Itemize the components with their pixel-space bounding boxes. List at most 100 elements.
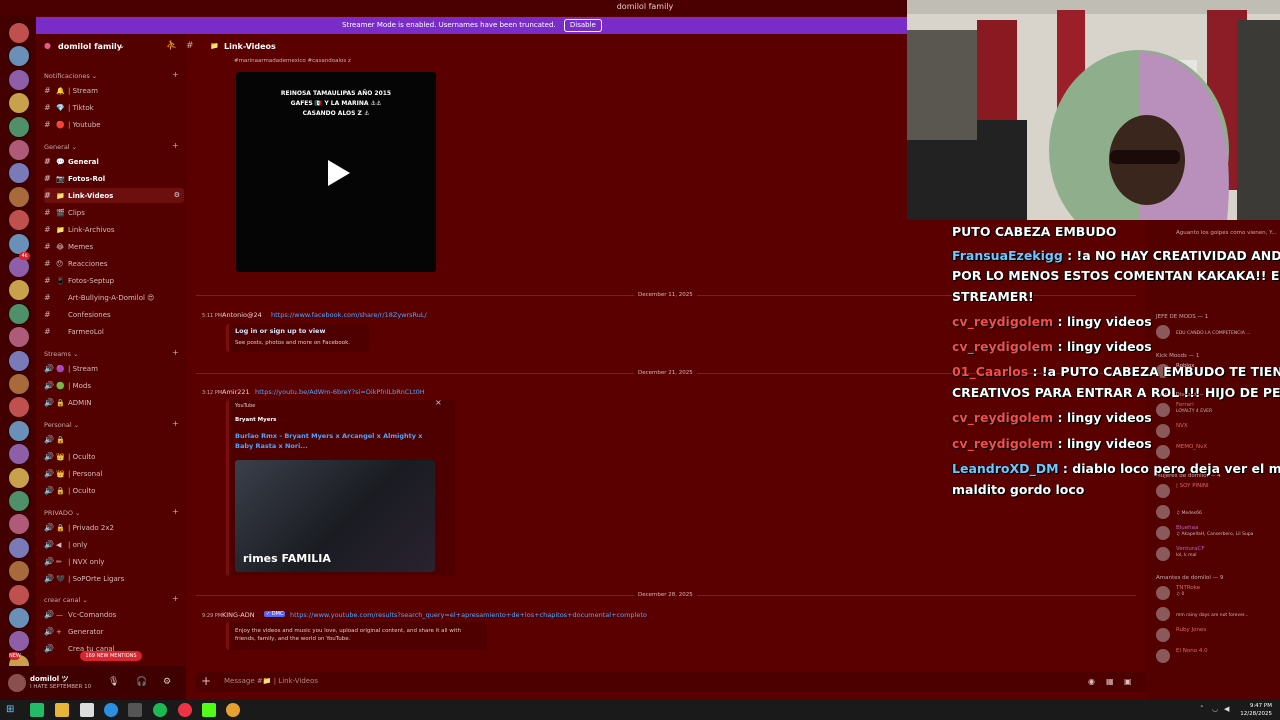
chevron-down-icon[interactable]: ⌄ xyxy=(119,42,125,50)
server-header[interactable]: ● domilol family ⌄ ⛹ xyxy=(36,36,186,58)
server-icon[interactable] xyxy=(8,139,30,161)
member-row[interactable]: ♫ Medes66 xyxy=(1156,504,1280,519)
embed-title[interactable]: Baby Rasta x Nori... xyxy=(235,442,308,450)
channel-item[interactable]: 🔊 🖤 | SoPOrte Ligars xyxy=(44,571,184,586)
channel-item[interactable]: 🔊 🔒 ADMIN xyxy=(44,395,184,410)
start-icon[interactable]: ⊞ xyxy=(6,703,20,717)
message-link[interactable]: https://youtu.be/AdWm-6breY?si=OikPfnlLb… xyxy=(255,388,425,396)
channel-item[interactable]: # 📷 Fotos-Rol xyxy=(44,171,184,186)
add-channel-icon[interactable]: + xyxy=(172,419,179,428)
new-mentions-badge[interactable]: 169 NEW MENTIONS xyxy=(80,651,142,661)
server-icon[interactable] xyxy=(8,536,30,559)
message-author[interactable]: Amir221 xyxy=(222,388,250,396)
browser-icon[interactable] xyxy=(226,703,240,717)
channel-item[interactable]: # FarmeoLol xyxy=(44,324,184,339)
member-row[interactable]: El Nono 4.0 xyxy=(1156,648,1280,663)
add-channel-icon[interactable]: + xyxy=(172,70,179,79)
channel-item[interactable]: 🔊 + Generator xyxy=(44,624,184,639)
channel-item[interactable]: # 🔔 | Stream xyxy=(44,83,184,98)
headphones-icon[interactable]: 🎧 xyxy=(136,677,147,687)
member-row[interactable]: Ruby Jones xyxy=(1156,627,1280,642)
spotify-icon[interactable] xyxy=(153,703,167,717)
category-header[interactable]: General ⌄ xyxy=(44,143,77,151)
sticker-icon[interactable]: ▣ xyxy=(1124,677,1132,686)
gif-icon[interactable]: ▦ xyxy=(1106,677,1114,686)
channel-item[interactable]: 🔊 ✏ | NVX only xyxy=(44,554,184,569)
channel-item[interactable]: # 📱 Fotos-Septup xyxy=(44,273,184,288)
channel-item[interactable]: # 😯 Reacciones xyxy=(44,256,184,271)
member-row[interactable]: mm rainy days are not forever... xyxy=(1156,606,1280,621)
edge-icon[interactable] xyxy=(104,703,118,717)
server-icon[interactable] xyxy=(8,22,30,44)
channel-item[interactable]: 🔊 🔒 | Oculto xyxy=(44,483,184,498)
server-name[interactable]: domilol family xyxy=(58,42,122,51)
member-row[interactable]: NVX xyxy=(1156,423,1280,438)
server-icon[interactable] xyxy=(8,490,30,512)
category-header[interactable]: Notificaciones ⌄ xyxy=(44,72,97,80)
member-row[interactable]: Bluehaa ♫ AkapellaH, Canserbero, Lil Supa xyxy=(1156,525,1280,540)
video-thumbnail[interactable]: rimes FAMILIA xyxy=(235,460,435,572)
wifi-icon[interactable]: ◡ xyxy=(1212,705,1218,713)
channel-item[interactable]: # 🔴 | Youtube xyxy=(44,117,184,132)
embed-title[interactable]: Log in or sign up to view xyxy=(235,327,325,335)
channel-item[interactable]: # 📁 Link-Videos ⚙ xyxy=(44,188,184,203)
member-row[interactable]: | SOY PININI xyxy=(1156,483,1280,498)
channel-item[interactable]: # 😂 Memes xyxy=(44,239,184,254)
channel-item[interactable]: # 💬 General xyxy=(44,154,184,169)
avatar[interactable] xyxy=(8,674,26,692)
add-channel-icon[interactable]: + xyxy=(172,594,179,603)
add-channel-icon[interactable]: + xyxy=(172,348,179,357)
volume-icon[interactable]: ◀ xyxy=(1224,705,1229,713)
server-icon[interactable] xyxy=(8,349,30,372)
kick-icon[interactable] xyxy=(202,703,216,717)
add-member-icon[interactable]: ⛹ xyxy=(166,41,177,51)
disable-streamer-mode-button[interactable]: Disable xyxy=(563,19,602,32)
add-channel-icon[interactable]: + xyxy=(172,141,179,150)
app-icon[interactable] xyxy=(30,703,44,717)
category-header[interactable]: crear canal ⌄ xyxy=(44,596,88,604)
channel-item[interactable]: # 📁 Link-Archivos xyxy=(44,222,184,237)
file-explorer-icon[interactable] xyxy=(55,703,69,717)
server-icon[interactable] xyxy=(8,373,30,395)
category-header[interactable]: Streams ⌄ xyxy=(44,350,78,358)
server-icon[interactable] xyxy=(8,466,30,489)
server-icon[interactable] xyxy=(8,115,30,138)
gift-icon[interactable]: ◉ xyxy=(1088,677,1095,686)
gear-icon[interactable]: ⚙ xyxy=(163,677,171,687)
app-icon[interactable] xyxy=(128,703,142,717)
member-row[interactable]: TNTRoke ♫ 0 xyxy=(1156,585,1280,600)
member-row[interactable]: MEMO_NvX xyxy=(1156,444,1280,459)
system-clock[interactable]: 9:47 PM 12/28/2025 xyxy=(1240,702,1272,718)
gear-icon[interactable]: ⚙ xyxy=(174,188,180,203)
channel-item[interactable]: 🔊 🟣 | Stream xyxy=(44,361,184,376)
message-author[interactable]: KING-ADN xyxy=(222,611,255,619)
channel-item[interactable]: 🔊 👑 | Oculto xyxy=(44,449,184,464)
close-icon[interactable]: × xyxy=(435,398,442,407)
server-icon[interactable] xyxy=(8,185,30,208)
message-input[interactable]: Message #📁 | Link-Videos xyxy=(224,677,318,685)
channel-item[interactable]: 🔊 ◀ | only xyxy=(44,537,184,552)
server-icon[interactable] xyxy=(8,68,30,91)
add-channel-icon[interactable]: + xyxy=(172,507,179,516)
server-icon[interactable] xyxy=(8,419,30,442)
embed-title[interactable]: Burlao Rmx - Bryant Myers x Arcangel x A… xyxy=(235,432,422,440)
server-icon[interactable] xyxy=(8,607,30,629)
channel-item[interactable]: # 🎬 Clips xyxy=(44,205,184,220)
channel-item[interactable]: # Confesiones xyxy=(44,307,184,322)
play-icon[interactable] xyxy=(328,160,350,186)
category-header[interactable]: Personal ⌄ xyxy=(44,421,79,429)
member-row[interactable]: VenturaCF lol, k mal xyxy=(1156,546,1280,561)
microphone-icon[interactable]: 🎙 xyxy=(108,677,119,687)
channel-item[interactable]: 🔊 👑 | Personal xyxy=(44,466,184,481)
channel-item[interactable]: 🔊 — Vc-Comandos xyxy=(44,607,184,622)
server-icon[interactable] xyxy=(8,302,30,325)
add-attachment-icon[interactable]: + xyxy=(201,674,211,688)
video-player[interactable]: REINOSA TAMAULIPAS AÑO 2015 GAFES 🇲🇽 Y L… xyxy=(236,72,436,272)
channel-item[interactable]: 🔊 🔒 | Privado 2x2 xyxy=(44,520,184,535)
category-header[interactable]: PRIVADO ⌄ xyxy=(44,509,80,517)
chrome-icon[interactable] xyxy=(178,703,192,717)
channel-item[interactable]: # 💎 | Tiktok xyxy=(44,100,184,115)
channel-item[interactable]: 🔊 🟢 | Mods xyxy=(44,378,184,393)
channel-item[interactable]: # Art-Bullying-A-Domilol 😍 xyxy=(44,290,184,305)
member-row[interactable]: Ferrari LOYALTY 4 EVER xyxy=(1156,402,1280,417)
